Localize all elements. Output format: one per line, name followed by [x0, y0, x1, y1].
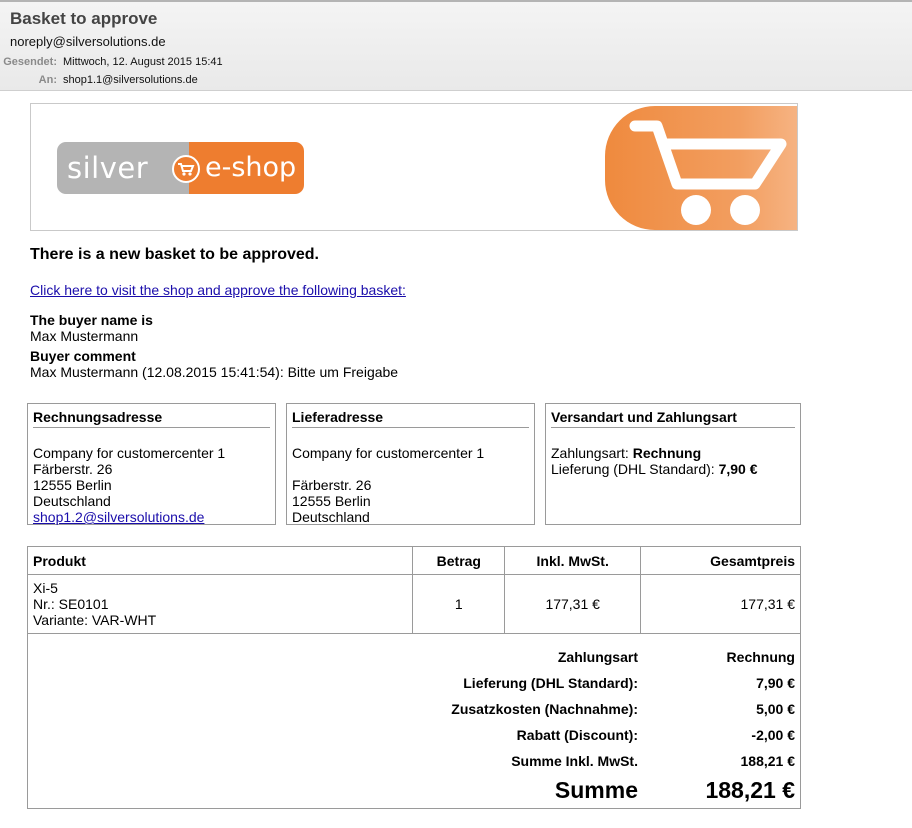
product-qty: 1 [412, 574, 506, 634]
billing-email-link[interactable]: shop1.2@silversolutions.de [33, 509, 204, 525]
summary-extra-value: 5,00 € [756, 701, 795, 717]
delivery-country: Deutschland [292, 509, 370, 525]
payment-method-label: Zahlungsart: [551, 445, 629, 461]
mail-sender[interactable]: noreply@silversolutions.de [10, 34, 166, 49]
summary-extra-label: Zusatzkosten (Nachnahme): [451, 701, 638, 717]
billing-address-title: Rechnungsadresse [33, 409, 270, 428]
summary-discount-label: Rabatt (Discount): [516, 727, 638, 743]
billing-city: 12555 Berlin [33, 477, 112, 493]
table-header-row: Produkt Betrag Inkl. MwSt. Gesamtpreis [26, 546, 801, 575]
delivery-blank-line [292, 461, 529, 477]
to-value[interactable]: shop1.1@silversolutions.de [63, 74, 198, 86]
billing-street: Färberstr. 26 [33, 461, 113, 477]
product-price: 177,31 € [504, 574, 642, 634]
approve-basket-link[interactable]: Click here to visit the shop and approve… [30, 282, 406, 298]
delivery-address-box: Lieferadresse Company for customercenter… [286, 403, 535, 525]
sent-row: Gesendet: Mittwoch, 12. August 2015 15:41 [0, 56, 223, 68]
product-total: 177,31 € [640, 574, 801, 634]
product-number: Nr.: SE0101 [33, 596, 109, 612]
summary-discount-value: -2,00 € [751, 727, 795, 743]
delivery-company: Company for customercenter 1 [292, 445, 485, 461]
buyer-name-label: The buyer name is [30, 312, 153, 328]
mail-header: Basket to approve noreply@silversolution… [0, 0, 912, 91]
summary-delivery-value: 7,90 € [756, 675, 795, 691]
summary-total-value: 188,21 € [705, 777, 795, 803]
summary-total-label: Summe [554, 777, 638, 803]
to-row: An: shop1.1@silversolutions.de [0, 74, 198, 86]
table-row: Xi-5 Nr.: SE0101 Variante: VAR-WHT 1 177… [26, 574, 801, 634]
logo-eshop: e-shop [189, 142, 304, 194]
delivery-city: 12555 Berlin [292, 493, 371, 509]
sent-label: Gesendet: [3, 56, 57, 68]
delivery-method-label: Lieferung (DHL Standard): [551, 461, 715, 477]
column-header-product: Produkt [26, 546, 414, 575]
billing-company: Company for customercenter 1 [33, 445, 226, 461]
delivery-method-value: 7,90 € [718, 461, 758, 477]
summary-delivery-label: Lieferung (DHL Standard): [463, 675, 638, 691]
shop-banner: silver e-shop [30, 103, 798, 231]
product-table: Produkt Betrag Inkl. MwSt. Gesamtpreis X… [26, 546, 801, 634]
billing-address-box: Rechnungsadresse Company for customercen… [27, 403, 276, 525]
summary-subtotal-label: Summe Inkl. MwSt. [511, 753, 638, 769]
shipping-payment-title: Versandart und Zahlungsart [551, 409, 795, 428]
product-name: Xi-5 [33, 580, 58, 596]
approval-headline: There is a new basket to be approved. [30, 246, 319, 263]
column-header-qty: Betrag [412, 546, 506, 575]
delivery-address-title: Lieferadresse [292, 409, 529, 428]
logo-cart-icon [172, 155, 200, 183]
column-header-vat: Inkl. MwSt. [504, 546, 642, 575]
to-label: An: [38, 74, 57, 86]
mail-subject: Basket to approve [10, 9, 158, 28]
summary-subtotal-value: 188,21 € [740, 753, 796, 769]
delivery-street: Färberstr. 26 [292, 477, 372, 493]
billing-country: Deutschland [33, 493, 111, 509]
order-summary: Zahlungsart Rechnung Lieferung (DHL Stan… [27, 632, 801, 809]
summary-payment-label: Zahlungsart [557, 649, 638, 665]
buyer-comment-label: Buyer comment [30, 348, 136, 364]
buyer-name: Max Mustermann [30, 328, 139, 344]
payment-method-value: Rechnung [632, 445, 702, 461]
shopping-cart-icon [605, 106, 797, 230]
buyer-comment: Max Mustermann (12.08.2015 15:41:54): Bi… [30, 364, 399, 380]
product-variant: Variante: VAR-WHT [33, 612, 157, 628]
summary-payment-value: Rechnung [726, 649, 795, 665]
delivery-method-row: Lieferung (DHL Standard): 7,90 € [551, 461, 795, 477]
sent-value: Mittwoch, 12. August 2015 15:41 [63, 56, 223, 68]
payment-method-row: Zahlungsart: Rechnung [551, 445, 795, 461]
column-header-total: Gesamtpreis [640, 546, 801, 575]
shipping-payment-box: Versandart und Zahlungsart Zahlungsart: … [545, 403, 801, 525]
product-cell: Xi-5 Nr.: SE0101 Variante: VAR-WHT [26, 574, 414, 634]
